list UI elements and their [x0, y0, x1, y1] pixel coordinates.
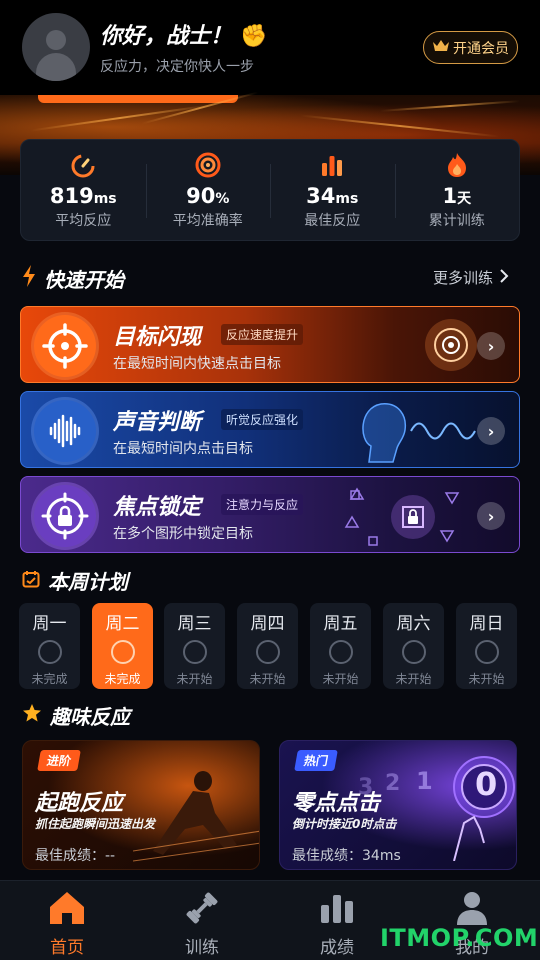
countdown-digit: 1 [416, 767, 433, 795]
shapes-lock-image [344, 487, 460, 546]
tab-home[interactable]: 首页 [27, 881, 107, 960]
user-icon [455, 889, 489, 927]
vip-button[interactable]: 开通会员 [423, 31, 518, 64]
badge-advanced: 进阶 [37, 750, 81, 771]
star-icon [22, 703, 42, 728]
status-circle-icon [474, 640, 499, 664]
stats-panel: 819ms 平均反应 90% 平均准确率 34ms 最佳反应 1天 累计训练 [20, 139, 520, 241]
fun-card-zero-click[interactable]: 3 2 1 0 热门 零点点击 倒计时接近0时点击 最佳成绩：34ms [279, 740, 517, 870]
section-fun-reaction: 趣味反应 [22, 701, 130, 730]
section-quick-start: 快速开始 [22, 264, 124, 293]
crosshair-icon [34, 315, 96, 377]
countdown-digit-zero: 0 [475, 765, 498, 803]
sprinter-image [133, 771, 259, 862]
day-saturday[interactable]: 周六 未开始 [383, 603, 444, 689]
target-icon [195, 152, 221, 178]
speedometer-icon [70, 152, 96, 178]
stat-training-days: 1天 累计训练 [394, 140, 520, 240]
lightning-icon [22, 265, 36, 292]
fist-emoji-icon: ✊ [240, 24, 268, 49]
watermark-text: ITMOP.COM [380, 924, 539, 952]
bar-chart-icon [319, 889, 355, 927]
vip-label: 开通会员 [453, 40, 509, 57]
training-card-target-flash[interactable]: 目标闪现 反应速度提升 在最短时间内快速点击目标 › [20, 306, 520, 383]
go-arrow-button[interactable]: › [477, 502, 505, 530]
avatar[interactable] [22, 13, 90, 81]
training-card-focus-lock[interactable]: 焦点锁定 注意力与反应 在多个图形中锁定目标 › [20, 476, 520, 553]
status-circle-icon [255, 640, 280, 664]
lock-target-icon [34, 485, 96, 547]
home-icon [48, 889, 86, 927]
status-circle-icon [328, 640, 353, 664]
go-arrow-button[interactable]: › [477, 332, 505, 360]
crown-icon [432, 39, 450, 57]
bar-chart-icon [320, 152, 344, 178]
slogan: 反应力，决定你快人一步 [100, 59, 254, 75]
status-circle-icon [401, 640, 426, 664]
day-monday[interactable]: 周一 未完成 [19, 603, 80, 689]
training-card-sound-judgment[interactable]: 声音判断 听觉反应强化 在最短时间内点击目标 › [20, 391, 520, 468]
head-soundwave-image [362, 403, 476, 463]
greeting: 你好，战士！ ✊ [100, 24, 268, 49]
day-thursday[interactable]: 周四 未开始 [237, 603, 298, 689]
day-sunday[interactable]: 周日 未开始 [456, 603, 517, 689]
tab-training[interactable]: 训练 [162, 881, 242, 960]
sound-wave-icon [34, 400, 96, 462]
stat-avg-accuracy: 90% 平均准确率 [145, 140, 271, 240]
fun-card-sprint-start[interactable]: 进阶 起跑反应 抓住起跑瞬间迅速出发 最佳成绩：-- [22, 740, 260, 870]
go-arrow-button[interactable]: › [477, 417, 505, 445]
stat-best-reaction: 34ms 最佳反应 [270, 140, 395, 240]
flame-icon [446, 152, 468, 178]
countdown-digit: 2 [385, 771, 401, 796]
day-friday[interactable]: 周五 未开始 [310, 603, 371, 689]
calendar-icon [22, 569, 40, 593]
day-wednesday[interactable]: 周三 未开始 [164, 603, 225, 689]
glowing-target-image [425, 319, 477, 371]
section-week-plan: 本周计划 [22, 566, 128, 595]
status-circle-icon [182, 640, 207, 664]
more-training-link[interactable]: 更多训练 [433, 267, 509, 288]
status-circle-icon [110, 640, 135, 664]
chevron-right-icon [499, 268, 509, 287]
status-circle-icon [37, 640, 62, 664]
dumbbell-icon [183, 889, 221, 927]
tab-results[interactable]: 成绩 [297, 881, 377, 960]
day-tuesday[interactable]: 周二 未完成 [92, 603, 153, 689]
stat-avg-reaction: 819ms 平均反应 [21, 140, 146, 240]
badge-hot: 热门 [294, 750, 338, 771]
